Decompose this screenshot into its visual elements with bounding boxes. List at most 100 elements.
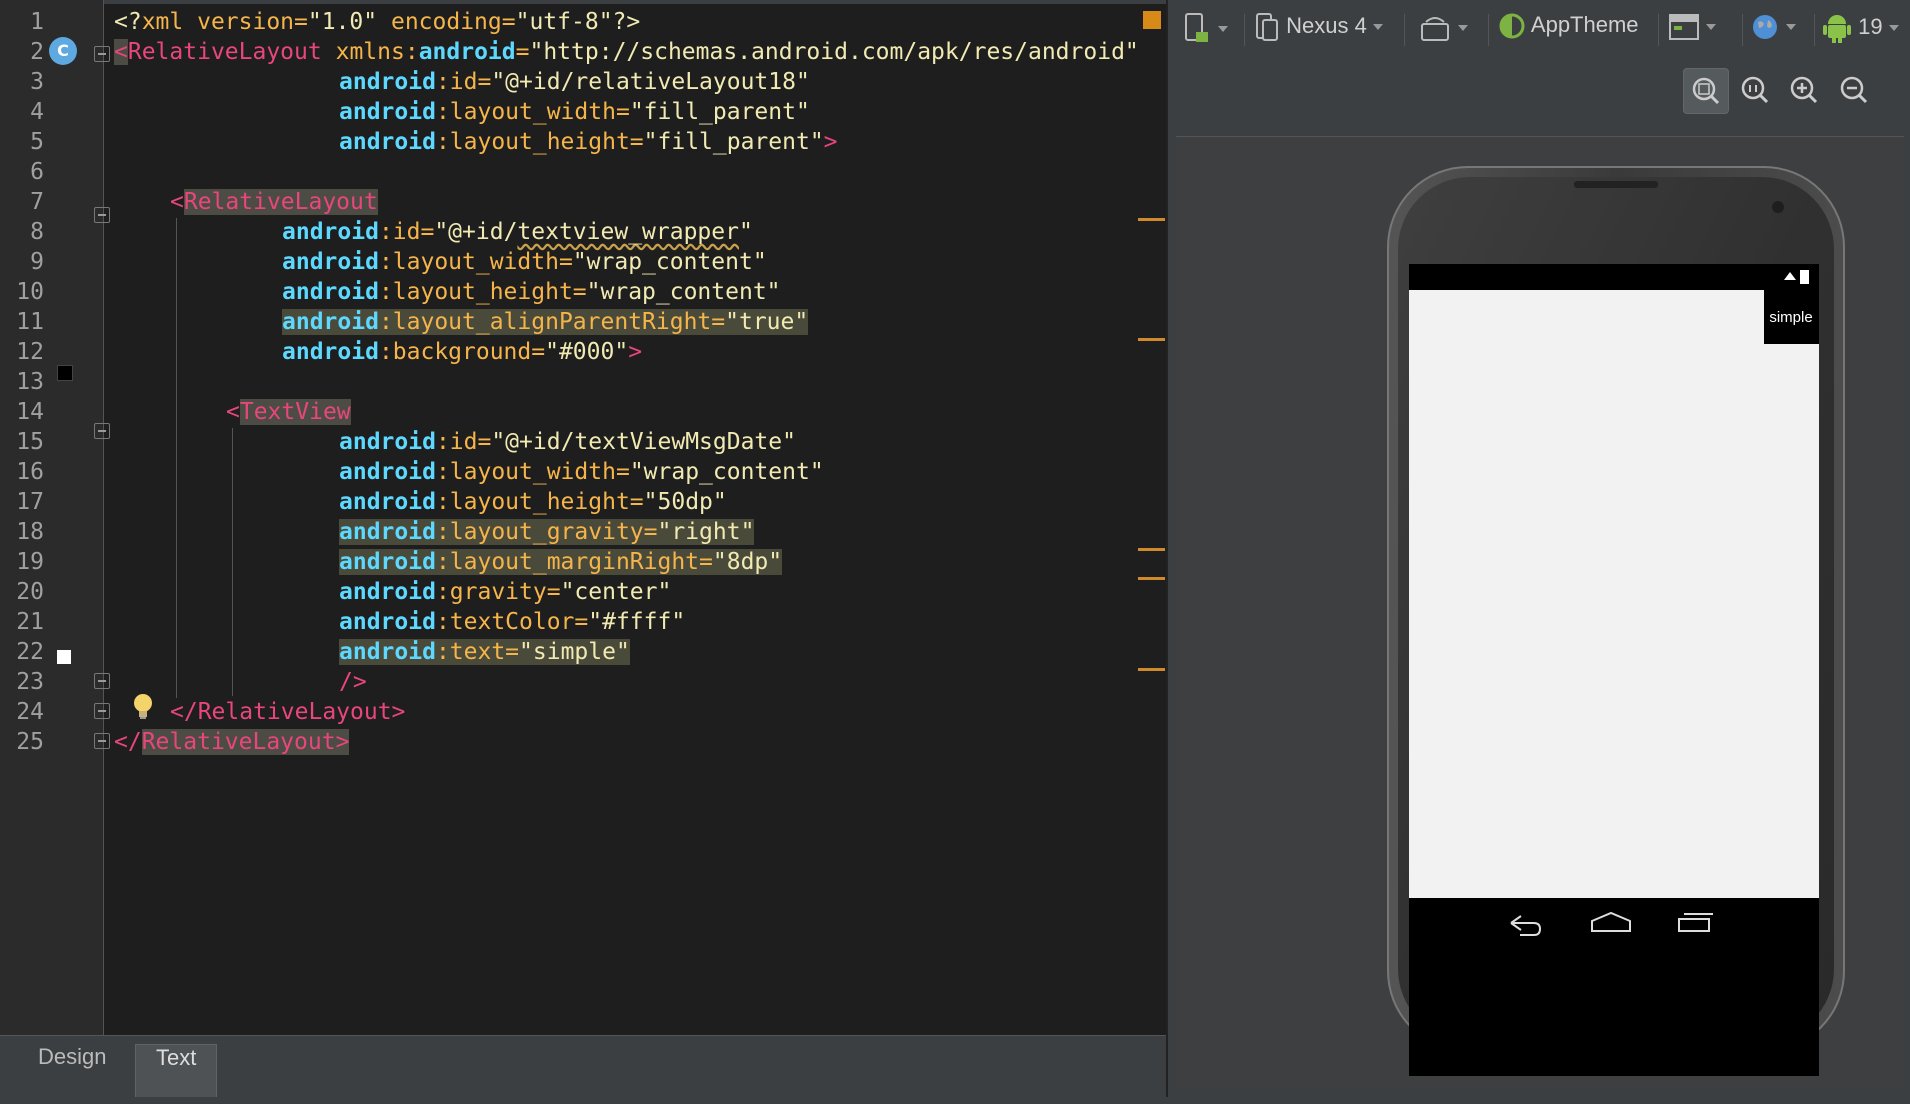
line-number[interactable]: 18 [0, 517, 44, 547]
code-line: android:text="simple" [339, 639, 630, 665]
phone-device-frame: simple [1387, 166, 1845, 1076]
code-editor[interactable]: 1 2 3 4 5 6 7 8 9 10 11 12 13 14 15 16 17 18 19 20 21 22 23 24 2… [0, 0, 1166, 1035]
navigation-bar [1409, 898, 1819, 948]
code-line: android:layout_height="wrap_content" [282, 279, 781, 305]
zoom-to-fit-button[interactable] [1683, 68, 1729, 114]
line-number[interactable]: 17 [0, 487, 44, 517]
editor-top-border [0, 0, 1166, 4]
line-number[interactable]: 21 [0, 607, 44, 637]
line-number[interactable]: 19 [0, 547, 44, 577]
activity-icon [1669, 14, 1699, 40]
tab-design[interactable]: Design [18, 1044, 126, 1098]
locale-selector[interactable] [1750, 12, 1796, 48]
color-swatch-black[interactable] [57, 365, 73, 381]
line-number[interactable]: 15 [0, 427, 44, 457]
line-number[interactable]: 8 [0, 217, 44, 247]
activity-selector[interactable] [1668, 12, 1716, 48]
code-line: android:id="@+id/textview_wrapper" [282, 219, 753, 245]
device-label: Nexus 4 [1286, 12, 1367, 38]
status-strip [0, 1097, 1910, 1104]
theme-icon [1499, 13, 1525, 39]
editor-mode-tabs: Design Text [0, 1035, 1166, 1099]
battery-icon [1800, 270, 1809, 284]
code-line: android:layout_width="fill_parent" [339, 99, 810, 125]
theme-label: AppTheme [1530, 12, 1639, 37]
orientation-selector[interactable] [1418, 12, 1468, 48]
front-camera [1772, 201, 1784, 213]
code-line: <RelativeLayout xmlns:android="http://sc… [114, 39, 1139, 65]
code-line: android:id="@+id/textViewMsgDate" [339, 429, 796, 455]
speaker-grille [1574, 181, 1658, 188]
line-number[interactable]: 12 [0, 337, 44, 367]
color-swatch-white[interactable] [57, 650, 71, 664]
editor-gutter: 1 2 3 4 5 6 7 8 9 10 11 12 13 14 15 16 17 18 19 20 21 22 23 24 2… [0, 0, 104, 1035]
line-number[interactable]: 5 [0, 127, 44, 157]
zoom-out-button[interactable] [1832, 68, 1878, 114]
android-icon [1823, 15, 1851, 43]
code-area[interactable]: <?xml version="1.0" encoding="utf-8"?> <… [104, 7, 1144, 757]
line-number[interactable]: 2 [0, 37, 44, 67]
line-number[interactable]: 13 [0, 367, 44, 397]
code-line: android:layout_marginRight="8dp" [339, 549, 783, 575]
zoom-actual-button[interactable] [1733, 68, 1779, 114]
globe-icon [1753, 15, 1777, 39]
code-line: android:id="@+id/relativeLayout18" [339, 69, 810, 95]
code-line: /> [339, 669, 367, 695]
line-number[interactable]: 1 [0, 7, 44, 37]
line-number[interactable]: 10 [0, 277, 44, 307]
api-level-label: 19 [1858, 13, 1883, 39]
code-line: <?xml version="1.0" encoding="utf-8"?> [114, 9, 641, 35]
app-content-area [1409, 290, 1819, 898]
code-line: android:gravity="center" [339, 579, 672, 605]
api-level-selector[interactable]: 19 [1822, 12, 1899, 48]
line-number[interactable]: 11 [0, 307, 44, 337]
device-icon [1185, 13, 1208, 42]
line-number[interactable]: 24 [0, 697, 44, 727]
rotate-icon [1421, 17, 1449, 41]
class-badge-icon[interactable]: C [49, 37, 77, 65]
line-number[interactable]: 23 [0, 667, 44, 697]
line-number[interactable]: 22 [0, 637, 44, 667]
line-number[interactable]: 9 [0, 247, 44, 277]
code-line: android:background="#000"> [282, 339, 643, 365]
device-selector[interactable]: Nexus 4 [1254, 12, 1383, 48]
phone-icon [1256, 13, 1278, 41]
line-number[interactable]: 16 [0, 457, 44, 487]
code-line: android:layout_width="wrap_content" [282, 249, 767, 275]
theme-selector[interactable]: AppTheme [1498, 12, 1639, 48]
line-number[interactable]: 7 [0, 187, 44, 217]
preview-toolbar: Nexus 4 AppTheme 19 [1168, 0, 1910, 60]
zoom-in-icon [1790, 76, 1818, 104]
code-line: android:layout_height="50dp" [339, 489, 727, 515]
status-bar [1409, 264, 1819, 290]
code-line: </RelativeLayout> [114, 729, 350, 755]
zoom-toolbar [1168, 60, 1910, 136]
textview-simple: simple [1769, 309, 1812, 326]
zoom-fit-icon [1692, 77, 1720, 105]
line-number[interactable]: 14 [0, 397, 44, 427]
zoom-in-button[interactable] [1782, 68, 1828, 114]
line-number[interactable]: 6 [0, 157, 44, 187]
code-line: android:layout_height="fill_parent"> [339, 129, 838, 155]
tab-text[interactable]: Text [135, 1044, 218, 1099]
code-line: <TextView [226, 399, 351, 425]
code-line: android:textColor="#ffff" [339, 609, 686, 635]
device-preview-canvas: simple [1176, 136, 1904, 1089]
code-line: </RelativeLayout> [170, 699, 406, 725]
error-stripe-marker[interactable] [1143, 11, 1161, 29]
line-number[interactable]: 20 [0, 577, 44, 607]
code-line: android:layout_alignParentRight="true" [282, 309, 809, 335]
line-number[interactable]: 4 [0, 97, 44, 127]
code-line: android:layout_gravity="right" [339, 519, 755, 545]
layout-preview-panel: Nexus 4 AppTheme 19 simple [1166, 0, 1910, 1097]
code-line: <RelativeLayout [170, 189, 378, 215]
zoom-actual-icon [1741, 76, 1769, 104]
line-number[interactable]: 25 [0, 727, 44, 757]
line-number[interactable]: 3 [0, 67, 44, 97]
line-numbers: 1 2 3 4 5 6 7 8 9 10 11 12 13 14 15 16 17 18 19 20 21 22 23 24 2… [0, 7, 44, 757]
device-config-button[interactable] [1182, 12, 1228, 48]
zoom-out-icon [1840, 76, 1868, 104]
code-line: android:layout_width="wrap_content" [339, 459, 824, 485]
